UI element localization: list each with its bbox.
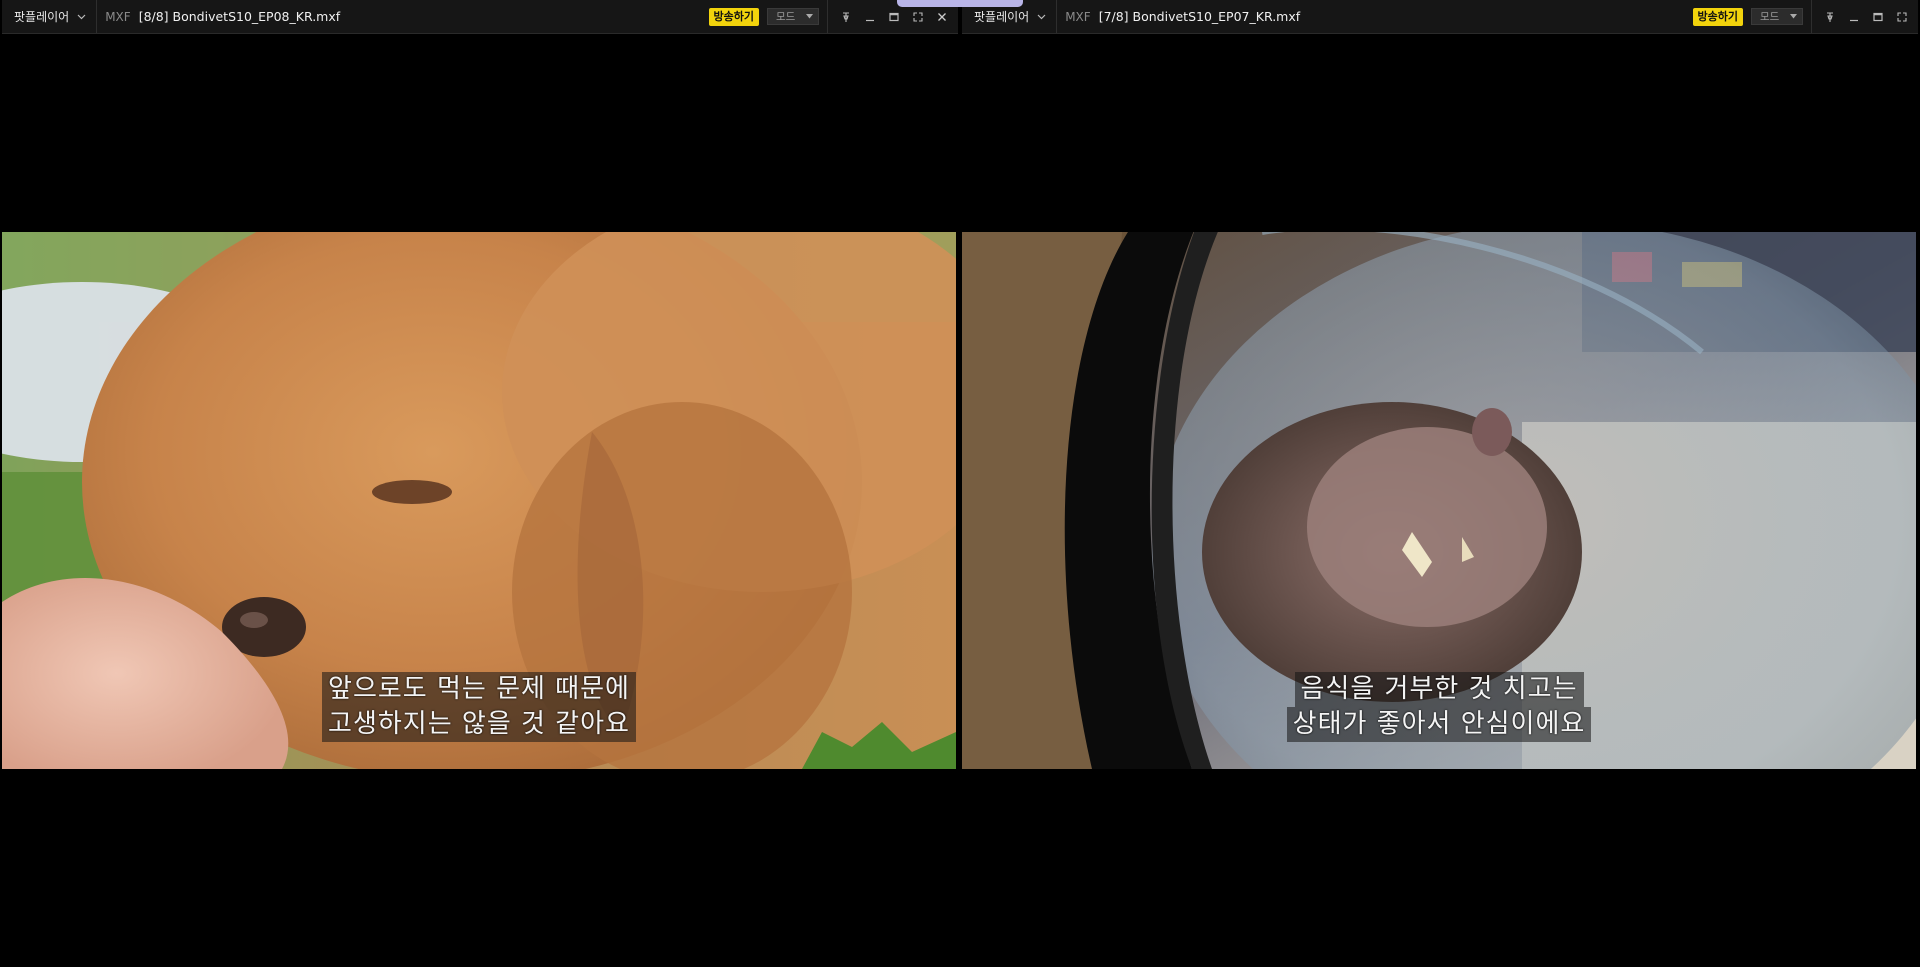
pin-button[interactable] [834,5,858,29]
top-drag-handle[interactable] [897,0,1023,7]
player-label: 팟플레이어 [974,10,1030,24]
mode-label: 모드 [776,11,796,23]
minimize-button[interactable] [858,5,882,29]
player-titlebar[interactable]: 팟플레이어 MXF [8/8] BondivetS10_EP08_KR.mxf … [2,0,958,34]
chevron-down-icon [77,14,86,19]
maximize-button[interactable] [1866,5,1890,29]
minimize-icon [866,19,874,21]
dropdown-arrow-icon [806,14,813,19]
video-frame[interactable]: 앞으로도 먹는 문제 때문에 고생하지는 않을 것 같아요 [2,232,956,769]
fullscreen-button[interactable] [906,5,930,29]
mode-dropdown[interactable]: 모드 [767,8,819,25]
format-label: MXF [105,9,131,24]
minimize-icon [1850,19,1858,21]
broadcast-button[interactable]: 방송하기 [1692,7,1743,26]
player-titlebar[interactable]: 팟플레이어 MXF [7/8] BondivetS10_EP07_KR.mxf … [962,0,1918,34]
format-label: MXF [1065,9,1091,24]
subtitle-line-2: 상태가 좋아서 안심이에요 [1286,707,1592,742]
file-title: [7/8] BondivetS10_EP07_KR.mxf [1098,9,1301,24]
subtitle-line-1: 앞으로도 먹는 문제 때문에 [322,672,636,707]
mode-dropdown[interactable]: 모드 [1751,8,1803,25]
subtitle-line-2: 고생하지는 않을 것 같아요 [322,707,636,742]
subtitle-box: 앞으로도 먹는 문제 때문에 고생하지는 않을 것 같아요 [2,672,956,742]
mode-label: 모드 [1760,11,1780,23]
maximize-icon [889,12,899,21]
video-frame[interactable]: 음식을 거부한 것 치고는 상태가 좋아서 안심이에요 [962,232,1916,769]
player-pane-left: 팟플레이어 MXF [8/8] BondivetS10_EP08_KR.mxf … [2,0,958,967]
window-controls [1811,0,1918,33]
broadcast-button[interactable]: 방송하기 [708,7,759,26]
player-pane-right: 팟플레이어 MXF [7/8] BondivetS10_EP07_KR.mxf … [962,0,1918,967]
maximize-button[interactable] [882,5,906,29]
maximize-icon [1873,12,1883,21]
subtitle-line-1: 음식을 거부한 것 치고는 [1294,672,1584,707]
player-label: 팟플레이어 [14,10,70,24]
fullscreen-icon [913,11,923,22]
minimize-button[interactable] [1842,5,1866,29]
close-icon [938,12,946,21]
pin-button[interactable] [1818,5,1842,29]
subtitle-box: 음식을 거부한 것 치고는 상태가 좋아서 안심이에요 [962,672,1916,742]
player-menu-button[interactable]: 팟플레이어 [2,0,98,33]
close-button[interactable] [930,5,954,29]
fullscreen-icon [1897,11,1907,22]
fullscreen-button[interactable] [1890,5,1914,29]
pin-icon [1827,11,1833,22]
pin-icon [843,11,849,22]
chevron-down-icon [1037,14,1046,19]
file-title: [8/8] BondivetS10_EP08_KR.mxf [138,9,341,24]
dropdown-arrow-icon [1790,14,1797,19]
